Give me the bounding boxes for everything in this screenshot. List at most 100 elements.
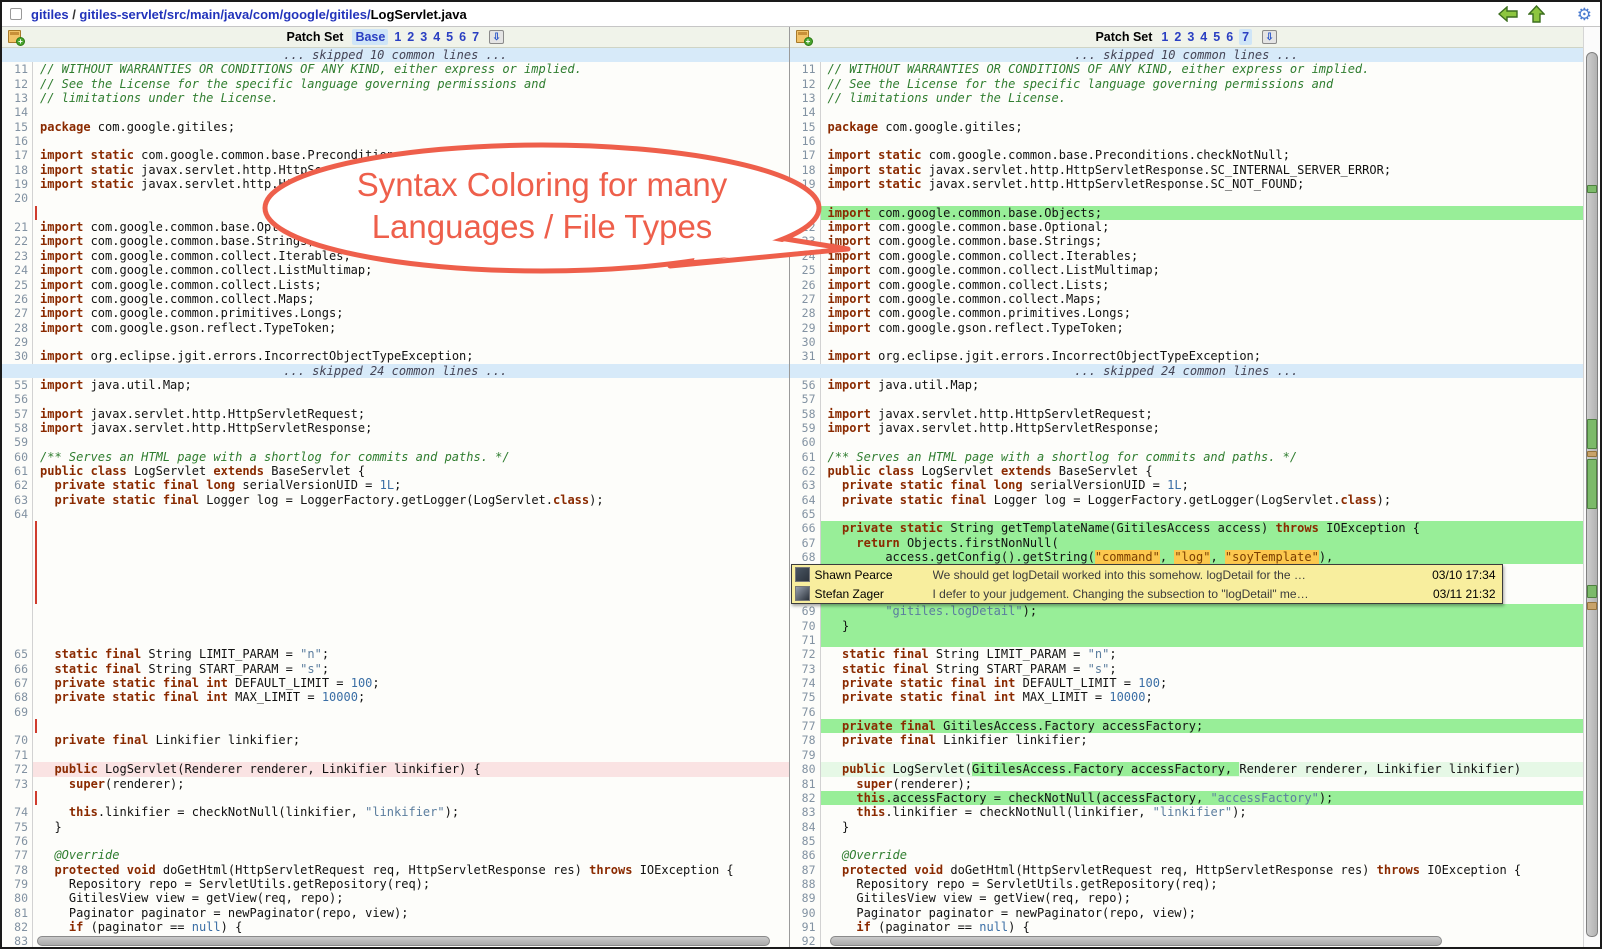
comment-row[interactable]: Shawn PearceWe should get logDetail work…	[792, 565, 1502, 584]
line-number[interactable]: 13	[2, 91, 33, 105]
line-number[interactable]: 71	[790, 633, 821, 647]
line-number[interactable]: 83	[790, 805, 821, 819]
line-number[interactable]: 56	[2, 392, 33, 406]
line-number[interactable]: 11	[2, 62, 33, 76]
line-number[interactable]: 79	[790, 748, 821, 762]
line-number[interactable]: 18	[2, 163, 33, 177]
scrollbar-diff-mark[interactable]	[1587, 419, 1597, 449]
line-number[interactable]: 86	[790, 848, 821, 862]
patchset-link-6[interactable]: 6	[1226, 30, 1233, 44]
skipped-lines-row[interactable]: ... skipped 10 common lines ...	[2, 48, 789, 62]
download-patch-icon[interactable]: ⇩	[1262, 30, 1277, 44]
line-number[interactable]: 82	[790, 791, 821, 805]
reviewed-checkbox[interactable]	[10, 8, 22, 20]
line-number[interactable]: 76	[2, 834, 33, 848]
line-number[interactable]: 70	[790, 619, 821, 633]
patchset-link-6[interactable]: 6	[459, 30, 466, 44]
prev-file-arrow-icon[interactable]	[1498, 6, 1518, 22]
line-number[interactable]: 21	[2, 220, 33, 234]
patchset-link-7[interactable]: 7	[1239, 29, 1252, 45]
line-number[interactable]: 24	[790, 249, 821, 263]
line-number[interactable]: 59	[790, 421, 821, 435]
line-number[interactable]: 76	[790, 705, 821, 719]
line-number[interactable]: 19	[790, 177, 821, 191]
line-number[interactable]: 74	[790, 676, 821, 690]
breadcrumb-repo-link[interactable]: gitiles	[31, 7, 69, 22]
line-number[interactable]: 90	[790, 906, 821, 920]
line-number[interactable]: 84	[790, 820, 821, 834]
line-number[interactable]: 92	[790, 934, 821, 948]
line-number[interactable]: 78	[790, 733, 821, 747]
line-number[interactable]: 15	[790, 120, 821, 134]
comment-row[interactable]: Stefan ZagerI defer to your judgement. C…	[792, 584, 1502, 603]
horizontal-scrollbar[interactable]: 92	[790, 934, 1584, 948]
line-number[interactable]: 18	[790, 163, 821, 177]
line-number[interactable]: 91	[790, 920, 821, 934]
line-number[interactable]: 17	[2, 148, 33, 162]
line-number[interactable]: 61	[790, 450, 821, 464]
line-number[interactable]: 78	[2, 863, 33, 877]
line-number[interactable]: 56	[790, 378, 821, 392]
line-number[interactable]: 15	[2, 120, 33, 134]
line-number[interactable]: 77	[2, 848, 33, 862]
line-number[interactable]: 25	[2, 278, 33, 292]
patchset-link-1[interactable]: 1	[1161, 30, 1168, 44]
horizontal-scrollbar[interactable]: 83	[2, 934, 789, 948]
line-number[interactable]: 73	[2, 777, 33, 791]
line-number[interactable]: 69	[790, 604, 821, 618]
line-number[interactable]: 82	[2, 920, 33, 934]
line-number[interactable]: 26	[790, 278, 821, 292]
patchset-link-7[interactable]: 7	[472, 30, 479, 44]
line-number[interactable]: 63	[2, 493, 33, 507]
file-diff-icon[interactable]: +	[796, 30, 812, 44]
line-number[interactable]: 72	[790, 647, 821, 661]
patchset-link-4[interactable]: 4	[1200, 30, 1207, 44]
vertical-scrollbar[interactable]	[1583, 27, 1600, 949]
line-number[interactable]: 24	[2, 263, 33, 277]
line-number[interactable]: 26	[2, 292, 33, 306]
scrollbar-diff-mark[interactable]	[1587, 459, 1597, 509]
line-number[interactable]: 60	[2, 450, 33, 464]
settings-gear-icon[interactable]: ⚙	[1577, 6, 1592, 23]
line-number[interactable]: 57	[2, 407, 33, 421]
line-number[interactable]: 20	[790, 191, 821, 205]
line-number[interactable]: 81	[2, 906, 33, 920]
breadcrumb-path-link[interactable]: gitiles-servlet/src/main/java/com/google…	[79, 7, 370, 22]
line-number[interactable]: 72	[2, 762, 33, 776]
line-number[interactable]: 23	[2, 249, 33, 263]
skipped-lines-row[interactable]: ... skipped 24 common lines ...	[790, 364, 1584, 378]
scrollbar-diff-mark[interactable]	[1587, 602, 1597, 610]
line-number[interactable]: 61	[2, 464, 33, 478]
line-number[interactable]: 66	[790, 521, 821, 535]
line-number[interactable]: 20	[2, 191, 33, 205]
line-number[interactable]: 14	[790, 105, 821, 119]
line-number[interactable]: 22	[790, 220, 821, 234]
line-number[interactable]: 17	[790, 148, 821, 162]
line-number[interactable]: 87	[790, 863, 821, 877]
line-number[interactable]: 67	[790, 536, 821, 550]
line-number[interactable]: 74	[2, 805, 33, 819]
line-number[interactable]: 30	[2, 349, 33, 363]
horizontal-scrollbar-thumb[interactable]	[37, 936, 770, 946]
line-number[interactable]: 55	[2, 378, 33, 392]
line-number[interactable]: 27	[790, 292, 821, 306]
patchset-link-2[interactable]: 2	[1174, 30, 1181, 44]
line-number[interactable]: 75	[2, 820, 33, 834]
line-number[interactable]: 30	[790, 335, 821, 349]
line-number[interactable]: 25	[790, 263, 821, 277]
line-number[interactable]: 28	[790, 306, 821, 320]
line-number[interactable]: 11	[790, 62, 821, 76]
line-number[interactable]: 60	[790, 435, 821, 449]
line-number[interactable]: 67	[2, 676, 33, 690]
horizontal-scrollbar-thumb[interactable]	[830, 936, 1442, 946]
line-number[interactable]: 27	[2, 306, 33, 320]
line-number[interactable]: 31	[790, 349, 821, 363]
line-number[interactable]: 58	[2, 421, 33, 435]
skipped-lines-row[interactable]: ... skipped 24 common lines ...	[2, 364, 789, 378]
line-number[interactable]: 85	[790, 834, 821, 848]
line-number[interactable]: 58	[790, 407, 821, 421]
line-number[interactable]: 29	[2, 335, 33, 349]
patchset-link-base[interactable]: Base	[352, 29, 388, 45]
line-number[interactable]: 13	[790, 91, 821, 105]
skipped-lines-row[interactable]: ... skipped 10 common lines ...	[790, 48, 1584, 62]
